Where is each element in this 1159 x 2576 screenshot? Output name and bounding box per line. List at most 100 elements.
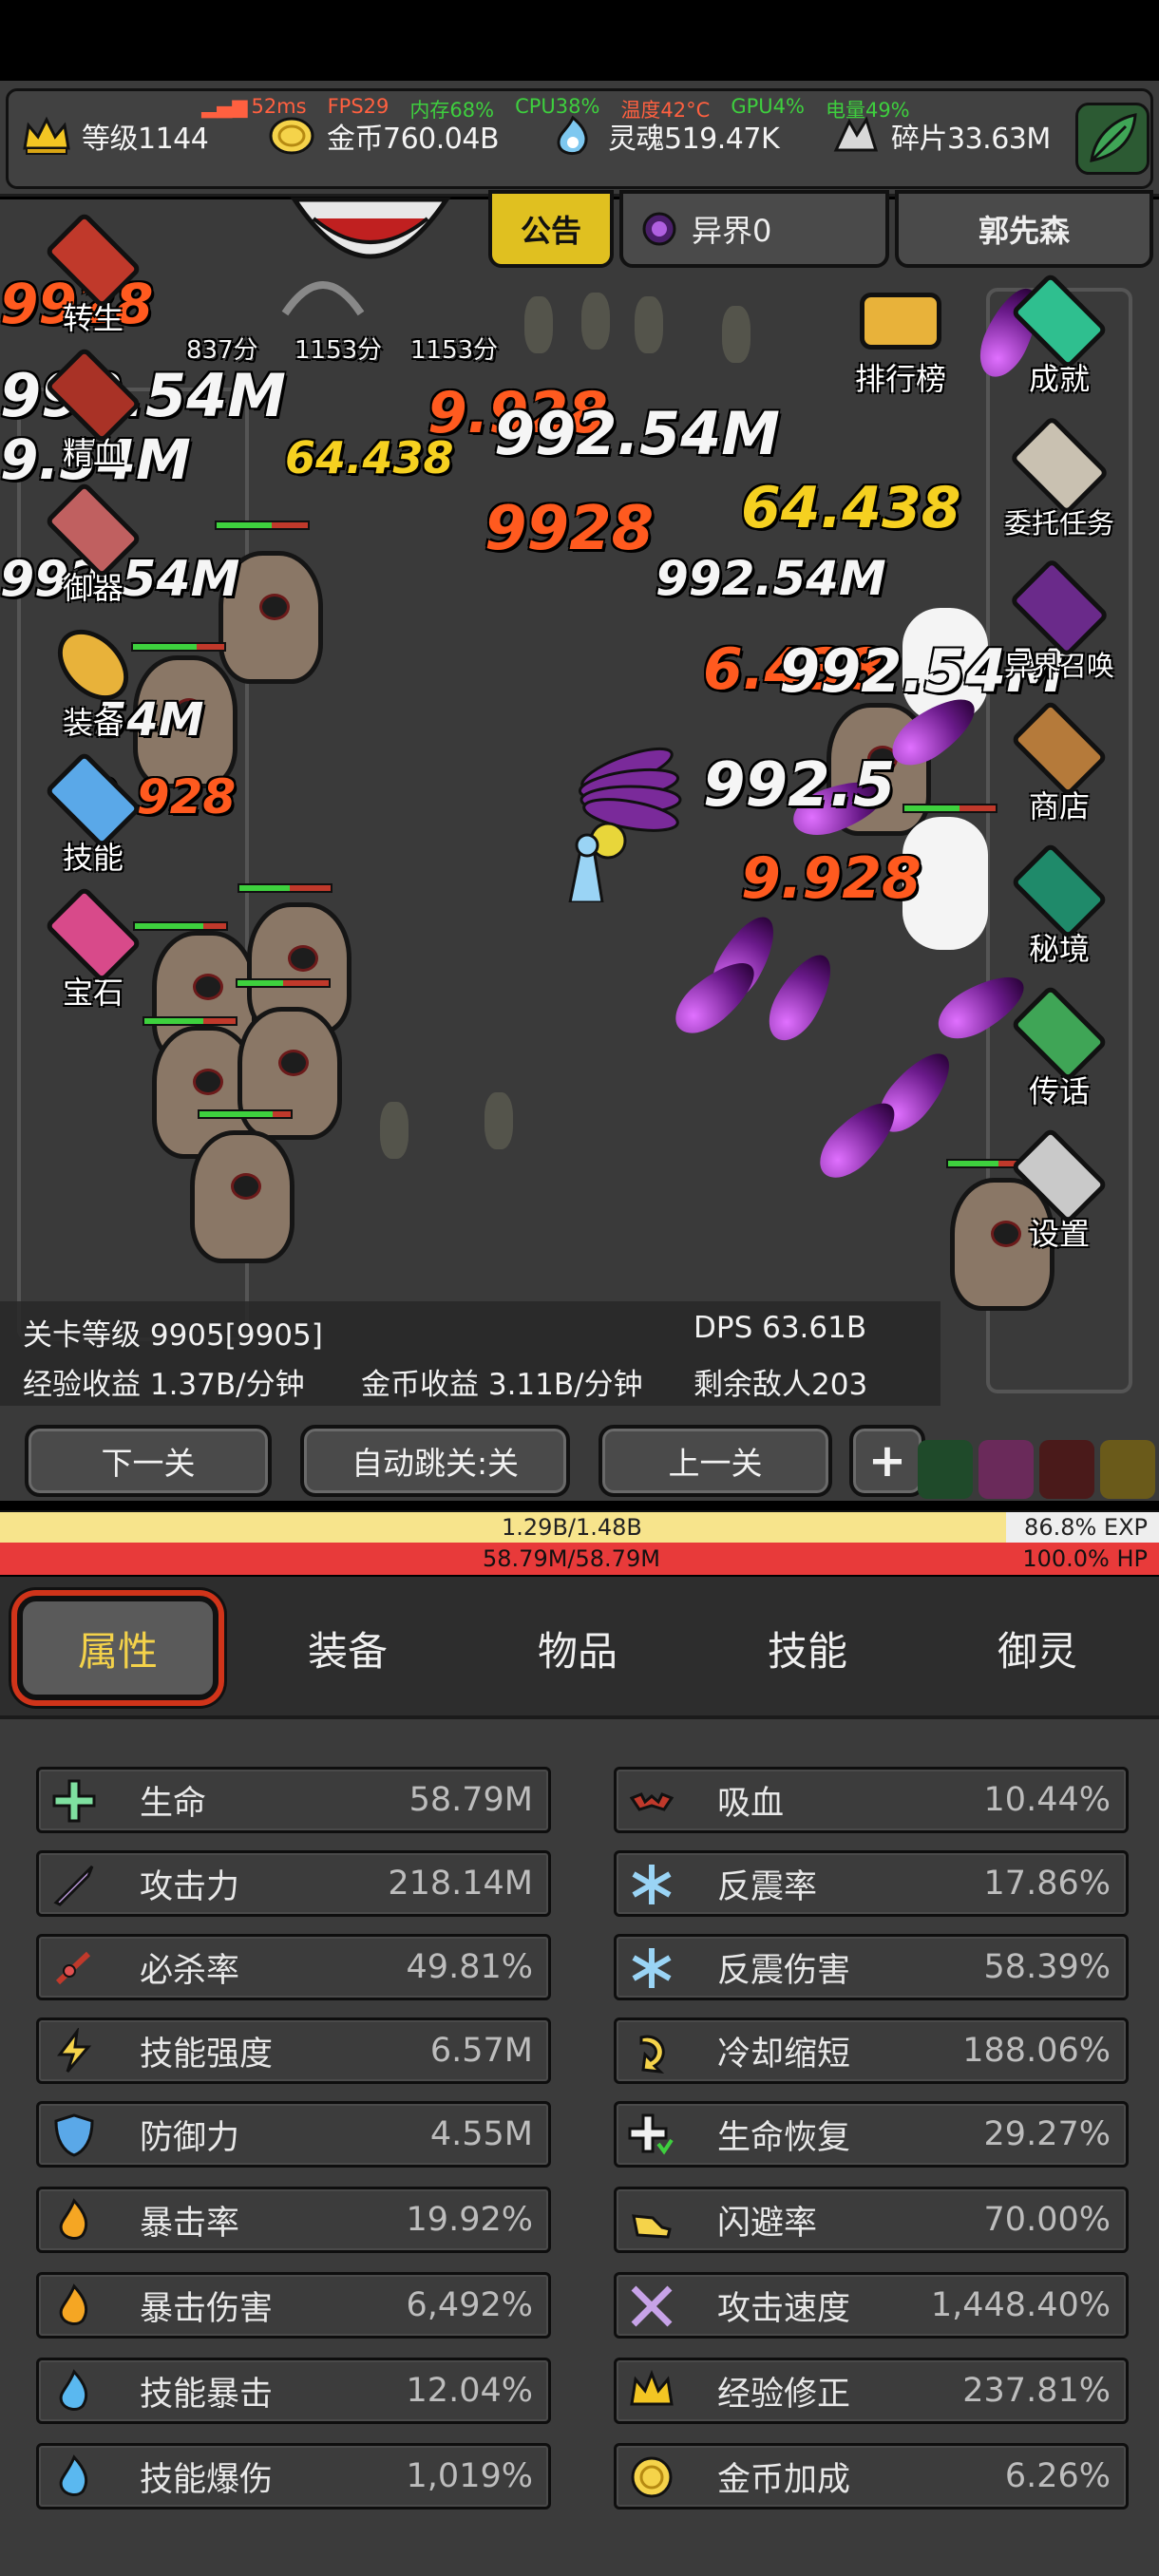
leaderboard-button[interactable]: 排行榜 [844,285,958,399]
auto-skip-button[interactable]: 自动跳关:关 [300,1425,570,1497]
gear-icon [1010,1127,1109,1225]
leaf-button[interactable] [1075,103,1150,175]
star-icon [1010,272,1109,370]
prev-stage-button[interactable]: 上一关 [598,1425,832,1497]
stat-row: 攻击速度 1,448.40% [614,2272,1129,2339]
stat-row: 反震伤害 58.39% [614,1934,1129,2000]
buff-slot-4[interactable] [1100,1440,1155,1499]
next-stage-button[interactable]: 下一关 [25,1425,272,1497]
lightning-icon [57,2028,92,2073]
tab-skills[interactable]: 技能 [703,1596,912,1700]
gold-coin-icon [631,2456,673,2498]
orb-decoration [581,293,610,350]
blue-fire-icon [59,2454,88,2496]
summon-button[interactable]: 异界召唤 [1002,557,1116,684]
buff-slot-3[interactable] [1039,1440,1094,1499]
stat-name: 暴击率 [140,2204,240,2243]
hero-weapon-graphic [290,197,451,259]
tab-items[interactable]: 物品 [473,1596,682,1700]
stage-level-text: 关卡等级 9905[9905] [23,1318,323,1353]
tab-spirits[interactable]: 御灵 [933,1596,1142,1700]
level-resource: 等级1144 [19,114,209,158]
notice-button[interactable]: 公告 [488,190,614,268]
exp-rate-text: 经验收益 1.37B/分钟 [23,1368,305,1402]
enemy-hp-bar [238,883,332,893]
leaf-icon [1090,113,1137,162]
stat-name: 攻击速度 [717,2289,851,2328]
snowflake-icon [632,1865,672,1904]
damage-number: 9.928 [741,845,922,912]
stat-row: 生命 58.79M [36,1767,551,1833]
damage-number: 992.5 [703,750,896,821]
auto-skip-label: 自动跳关:关 [351,1445,520,1482]
stat-value: 6.26% [1004,2457,1111,2495]
stat-row: 闪避率 70.00% [614,2187,1129,2253]
gem-bag-icon [44,885,142,984]
settings-button[interactable]: 设置 [1002,1127,1116,1254]
essence-button[interactable]: 精血 [36,346,150,473]
tab-label: 技能 [767,1627,847,1675]
tab-label: 物品 [537,1627,618,1675]
stat-value: 12.04% [406,2372,533,2410]
stat-value: 237.81% [962,2372,1111,2410]
hero-character [568,747,682,902]
quests-button[interactable]: 委托任务 [1002,414,1116,541]
stat-value: 188.06% [962,2032,1111,2070]
stage-info-panel: 关卡等级 9905[9905] DPS 63.61B 经验收益 1.37B/分钟… [0,1301,940,1406]
megaphone-icon [1010,984,1109,1083]
sword-emblem-icon [44,481,142,579]
enemy-hp-bar [236,978,331,988]
score-label: 1153分 [294,336,383,365]
stat-value: 10.44% [983,1781,1111,1819]
blue-fire-icon [44,750,142,849]
spirit-weapon-button[interactable]: 御器 [36,481,150,608]
tab-label: 装备 [307,1627,388,1675]
gems-button[interactable]: 宝石 [36,885,150,1013]
rebirth-button[interactable]: 转生 [36,211,150,338]
otherworld-button[interactable]: 异界0 [619,190,889,268]
shop-button[interactable]: 商店 [1002,699,1116,826]
gold-coin-icon [269,117,314,155]
hp-percent: 100.0% HP [1022,1545,1148,1572]
notice-label: 公告 [520,213,581,249]
plus-button[interactable]: + [849,1425,925,1497]
player-name-button[interactable]: 郭先森 [895,190,1153,268]
tab-equipment[interactable]: 装备 [243,1596,452,1700]
crown-icon [23,116,70,155]
tab-attributes[interactable]: 属性 [17,1596,218,1700]
exp-bar: 1.29B/1.48B 86.8% EXP [0,1510,1159,1543]
stat-value: 49.81% [406,1948,533,1986]
stat-value: 58.39% [983,1948,1111,1986]
buff-slot-2[interactable] [978,1440,1034,1499]
level-text: 等级1144 [82,123,209,156]
gold-rate-text: 金币收益 3.11B/分钟 [361,1368,643,1402]
message-button[interactable]: 传话 [1002,984,1116,1111]
stat-value: 58.79M [408,1781,533,1819]
winged-boot-icon [632,2214,672,2239]
otherworld-label: 异界0 [692,213,772,249]
health-cross-icon [52,1779,96,1823]
stat-name: 吸血 [717,1784,785,1823]
score-label: 837分 [186,336,258,365]
skills-button[interactable]: 技能 [36,750,150,878]
portal-icon [642,212,676,246]
buff-slot-1[interactable] [918,1440,973,1499]
stat-row: 金币加成 6.26% [614,2443,1129,2510]
stat-value: 6.57M [429,2032,533,2070]
stat-name: 闪避率 [717,2204,818,2243]
enemy-rock [190,1130,294,1263]
stat-name: 金币加成 [717,2460,851,2499]
soul-text: 灵魂519.47K [608,123,780,156]
blue-fire-icon [59,2369,88,2411]
leaderboard-label: 排行榜 [854,361,946,397]
achievements-button[interactable]: 成就 [1002,272,1116,399]
equipment-button[interactable]: 装备 [36,616,150,743]
stat-row: 暴击率 19.92% [36,2187,551,2253]
blood-icon [44,346,142,445]
bag-icon [1010,699,1109,798]
stat-row: 经验修正 237.81% [614,2358,1129,2424]
secret-realm-button[interactable]: 秘境 [1002,842,1116,969]
soul-resource: 灵魂519.47K [545,114,780,158]
fire-icon [59,2283,88,2325]
stat-name: 技能强度 [140,2035,274,2074]
